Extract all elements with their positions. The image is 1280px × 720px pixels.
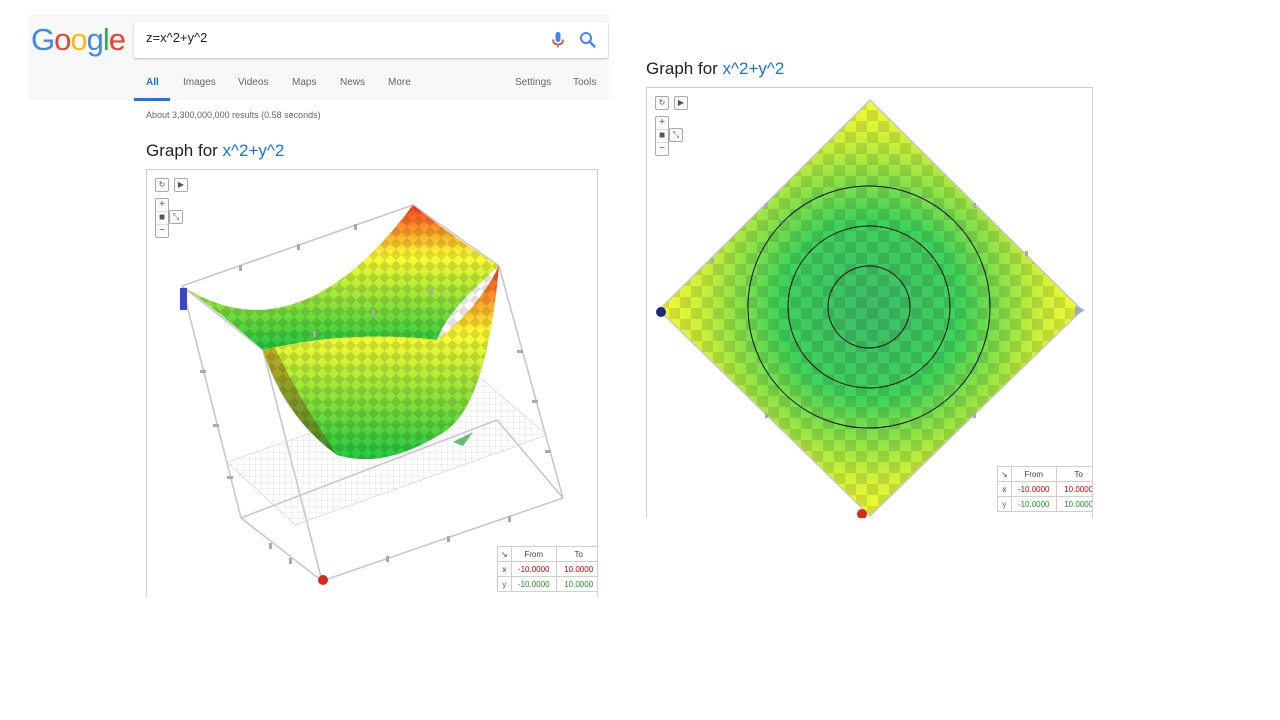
y-from-input[interactable] <box>514 579 553 589</box>
tab-maps[interactable]: Maps <box>292 77 316 88</box>
zoom-controls: + ■ − <box>655 116 669 156</box>
x-from-input[interactable] <box>514 564 553 574</box>
x-to-input[interactable] <box>1059 484 1092 494</box>
range-table: ↘ From To x y <box>997 466 1092 512</box>
logo-letter: o <box>54 22 71 57</box>
y-to-input[interactable] <box>1059 499 1092 509</box>
logo-letter: e <box>108 22 126 57</box>
tab-all[interactable]: All <box>146 77 159 88</box>
logo-letter: G <box>31 22 55 57</box>
x-to-input[interactable] <box>559 564 597 574</box>
logo-letter: g <box>86 22 104 57</box>
reset-view-icon[interactable]: ↻ <box>655 96 669 110</box>
graph-heading-expression[interactable]: x^2+y^2 <box>723 59 785 78</box>
x-range-label: x <box>997 481 1012 497</box>
tab-news[interactable]: News <box>340 77 365 88</box>
play-animation-icon[interactable]: ▶ <box>174 178 188 192</box>
axis-corner-marker <box>180 288 187 310</box>
tab-tools[interactable]: Tools <box>573 77 596 88</box>
axes-toggle-icon[interactable]: ⤡ <box>169 210 183 224</box>
range-from-header: From <box>1010 466 1057 482</box>
x-range-label: x <box>497 561 512 577</box>
logo-letter: o <box>70 22 87 57</box>
camera-icon[interactable]: ■ <box>656 130 668 143</box>
tab-images[interactable]: Images <box>183 77 216 88</box>
search-tabs: All Images Videos Maps News More Setting… <box>134 70 609 101</box>
microphone-icon[interactable] <box>548 30 568 50</box>
search-input[interactable] <box>146 30 526 45</box>
zoom-in-button[interactable]: + <box>656 117 668 130</box>
surface-top-view-plot[interactable] <box>647 88 1092 518</box>
surface-checker-overlay <box>182 205 499 460</box>
y-from-input[interactable] <box>1014 499 1053 509</box>
axes-toggle-icon[interactable]: ⤡ <box>669 128 683 142</box>
origin-marker <box>318 575 328 585</box>
zoom-controls: + ■ − <box>155 198 169 238</box>
tab-more[interactable]: More <box>388 77 411 88</box>
x-from-cell <box>510 561 557 577</box>
y-to-cell <box>555 576 597 592</box>
zoom-in-button[interactable]: + <box>156 199 168 212</box>
graph-heading-3d: Graph for x^2+y^2 <box>146 141 284 161</box>
surface-3d-plot[interactable] <box>147 170 597 597</box>
google-logo[interactable]: Google <box>31 20 126 60</box>
tab-videos[interactable]: Videos <box>238 77 268 88</box>
range-table-corner-icon: ↘ <box>497 546 512 562</box>
range-from-header: From <box>510 546 557 562</box>
search-icon[interactable] <box>578 30 598 50</box>
y-range-label: y <box>497 576 512 592</box>
graph-top-canvas[interactable]: ↻ ▶ + ■ − ⤡ ↘ From To x y <box>646 87 1093 518</box>
axis-corner-marker <box>656 307 666 317</box>
result-stats: About 3,300,000,000 results (0.58 second… <box>146 110 321 120</box>
camera-icon[interactable]: ■ <box>156 212 168 225</box>
y-from-cell <box>1010 496 1057 512</box>
y-to-input[interactable] <box>559 579 597 589</box>
x-to-cell <box>1055 481 1092 497</box>
tab-settings[interactable]: Settings <box>515 77 551 88</box>
reset-view-icon[interactable]: ↻ <box>155 178 169 192</box>
range-to-header: To <box>1055 466 1092 482</box>
y-range-label: y <box>997 496 1012 512</box>
y-from-cell <box>510 576 557 592</box>
graph-heading-prefix: Graph for <box>646 59 723 78</box>
range-table: ↘ From To x y <box>497 546 597 592</box>
zoom-out-button[interactable]: − <box>656 143 668 155</box>
graph-3d-canvas[interactable]: ↻ ▶ + ■ − ⤡ ↘ From To x y <box>146 169 598 597</box>
play-animation-icon[interactable]: ▶ <box>674 96 688 110</box>
graph-heading-top: Graph for x^2+y^2 <box>646 59 784 79</box>
range-table-corner-icon: ↘ <box>997 466 1012 482</box>
zoom-out-button[interactable]: − <box>156 225 168 237</box>
search-box <box>134 22 608 58</box>
y-to-cell <box>1055 496 1092 512</box>
x-to-cell <box>555 561 597 577</box>
active-tab-indicator <box>134 98 170 101</box>
x-from-input[interactable] <box>1014 484 1053 494</box>
graph-heading-prefix: Graph for <box>146 141 223 160</box>
x-from-cell <box>1010 481 1057 497</box>
range-to-header: To <box>555 546 597 562</box>
graph-heading-expression[interactable]: x^2+y^2 <box>223 141 285 160</box>
surface-checker-overlay <box>659 100 1082 516</box>
